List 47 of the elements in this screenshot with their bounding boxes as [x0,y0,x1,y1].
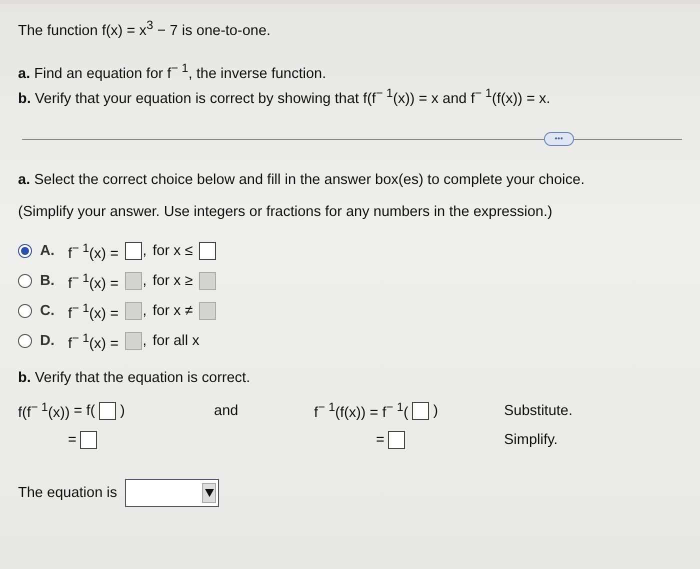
answer-box[interactable] [412,402,430,420]
step-label: Simplify. [504,432,559,448]
problem-part: a. Find an equation for f$^{− 1}$, the inverse function. [18,60,328,82]
radio-button[interactable] [18,304,32,318]
instruction-text: a. Select the correct choice below and fill in the answer box(es) to complete your choice. [18,172,586,188]
caret-icon [204,489,214,498]
math-text: = f$^{− 1}$( [370,400,408,422]
comma: , [142,333,147,350]
equals-sign: = [376,432,384,448]
condition-text: for x ≠ [152,303,193,320]
equals-sign: = [68,432,76,448]
answer-box[interactable] [80,431,98,450]
connector-text: and [214,402,240,419]
choice-letter: C. [40,303,56,320]
condition-text: for x ≥ [152,273,193,290]
choice-letter: D. [40,333,56,350]
math-text: ) [120,402,125,419]
instruction-text: b. Verify that the equation is correct. [18,370,252,386]
math-text: = f( [74,402,96,419]
problem-statement: The function f(x) = x$^{3}$ − 7 is one-to-one. [18,18,272,39]
math-expression: f$^{− 1}$(x) = [68,331,119,352]
step-label: Substitute. [504,402,574,419]
condition-text: for x ≤ [152,243,193,260]
dropdown[interactable] [125,479,220,508]
math-expression: f$^{− 1}$(f(x)) [314,400,366,422]
condition-text: for all x [152,333,200,350]
comma: , [142,243,147,260]
answer-box[interactable] [99,402,116,420]
choice-letter: A. [40,243,56,260]
hint-text: (Simplify your answer. Use integers or fractions for any numbers in the expression.) [18,204,554,220]
answer-box[interactable] [124,242,142,260]
radio-button[interactable] [18,334,32,348]
choice-letter: B. [40,273,56,290]
answer-box[interactable] [388,431,406,450]
conclusion-label: The equation is [18,485,118,502]
math-expression: f$^{− 1}$(x) = [68,241,119,262]
answer-box[interactable] [198,242,216,260]
more-button[interactable]: ••• [544,132,574,146]
comma: , [142,303,147,320]
problem-part: b. Verify that your equation is correct by showing that f(f$^{− 1}$(x)) = x and f$^{− 1}$(f(x)) = x. [18,86,552,106]
radio-button[interactable] [18,244,32,258]
math-expression: f(f$^{− 1}$(x)) [18,400,70,422]
math-expression: f$^{− 1}$(x) = [68,301,119,322]
radio-button[interactable] [18,274,32,288]
comma: , [142,273,147,290]
math-text: ) [433,402,438,419]
math-expression: f$^{− 1}$(x) = [68,271,119,292]
